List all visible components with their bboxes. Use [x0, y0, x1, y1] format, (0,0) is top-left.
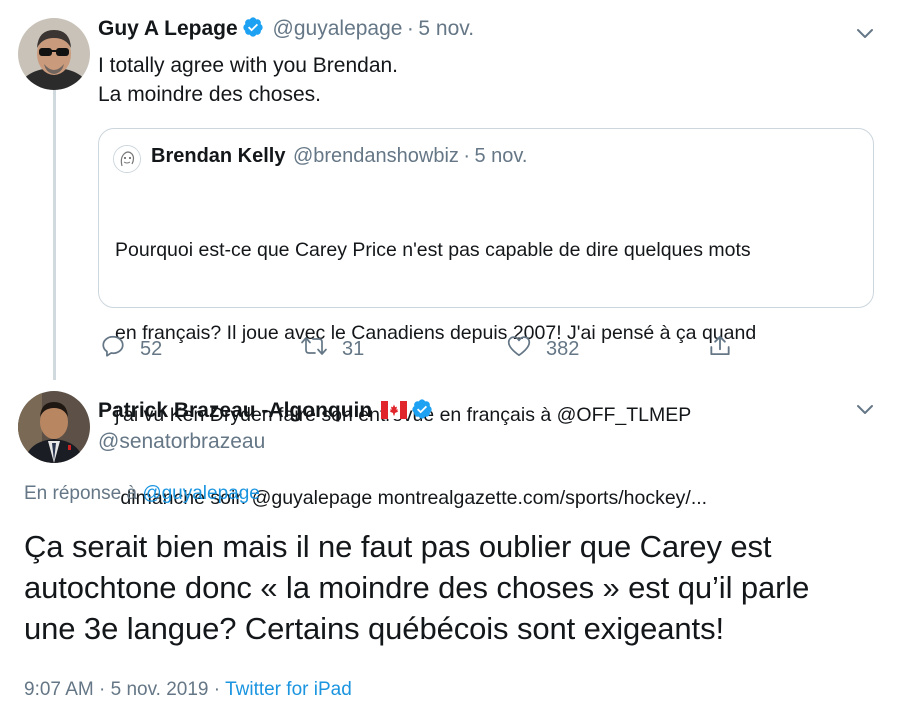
reply-to-handle-link[interactable]: @guyalepage [142, 483, 260, 504]
reply-button[interactable]: 52 [100, 333, 162, 365]
tweet-time[interactable]: 9:07 AM [24, 679, 94, 700]
separator-dot: · [213, 679, 221, 700]
quoted-author-name: Brendan Kelly [151, 145, 286, 167]
share-button[interactable] [707, 333, 747, 365]
tweet2-text-line: autochtone donc « la moindre des choses … [24, 570, 810, 605]
reply-prefix: En réponse à [24, 483, 138, 504]
retweet-count: 31 [342, 337, 365, 360]
verified-badge-icon [411, 398, 433, 420]
like-icon [506, 333, 546, 365]
tweet1-text-line: La moindre des choses. [98, 83, 321, 106]
author-name[interactable]: Guy A Lepage [98, 17, 238, 40]
tweet-source-link[interactable]: Twitter for iPad [225, 679, 352, 700]
tweet-date[interactable]: 5 nov. [418, 17, 474, 40]
quoted-tweet-date: 5 nov. [474, 145, 528, 167]
quoted-author-avatar [113, 145, 141, 173]
avatar-guy-lepage[interactable] [18, 18, 90, 90]
chevron-down-icon[interactable] [854, 398, 876, 420]
tweet2-meta: 9:07 AM · 5 nov. 2019 · Twitter for iPad [24, 679, 352, 701]
separator-dot: · [406, 17, 414, 40]
tweet-full-date[interactable]: 5 nov. 2019 [111, 679, 209, 700]
reply-context: En réponse à @guyalepage [24, 483, 260, 505]
author-handle[interactable]: @senatorbrazeau [98, 430, 265, 454]
share-icon [707, 333, 747, 365]
like-button[interactable]: 382 [506, 333, 579, 365]
verified-badge-icon [242, 16, 264, 38]
quoted-author-handle: @brendanshowbiz [292, 145, 459, 167]
quoted-text-line: Pourquoi est-ce que Carey Price n'est pa… [115, 239, 751, 261]
quoted-tweet-card[interactable]: Brendan Kelly @brendanshowbiz · 5 nov. P… [98, 128, 874, 509]
quoted-tweet-header: Brendan Kelly @brendanshowbiz · 5 nov. [151, 145, 527, 168]
tweet1-header: Guy A Lepage @guyalepage · 5 nov. [98, 16, 474, 41]
tweet2-text-line: une 3e langue? Certains québécois sont e… [24, 611, 724, 646]
tweet2-text: Ça serait bien mais il ne faut pas oubli… [24, 526, 809, 649]
reply-icon [100, 333, 140, 365]
tweet2-header: Patrick Brazeau -Algonquin [98, 398, 433, 423]
chevron-down-icon[interactable] [854, 22, 876, 44]
tweet1-text-line: I totally agree with you Brendan. [98, 54, 399, 77]
canada-flag-icon [380, 401, 407, 419]
author-handle[interactable]: @guyalepage [273, 17, 403, 40]
separator-dot: · [99, 679, 106, 700]
separator-dot: · [463, 145, 471, 167]
tweet1-text: I totally agree with you Brendan. La moi… [98, 51, 398, 109]
like-count: 382 [546, 337, 580, 360]
tweet2-text-line: Ça serait bien mais il ne faut pas oubli… [24, 529, 772, 564]
avatar-patrick-brazeau[interactable] [18, 391, 90, 463]
quoted-tweet-text: Pourquoi est-ce que Carey Price n'est pa… [115, 182, 756, 567]
thread-connector-line [53, 90, 56, 380]
retweet-icon [300, 333, 342, 365]
retweet-button[interactable]: 31 [300, 333, 364, 365]
reply-count: 52 [140, 337, 163, 360]
quoted-text-line: en français? Il joue avec le Canadiens d… [115, 321, 757, 344]
author-name[interactable]: Patrick Brazeau -Algonquin [98, 399, 372, 422]
